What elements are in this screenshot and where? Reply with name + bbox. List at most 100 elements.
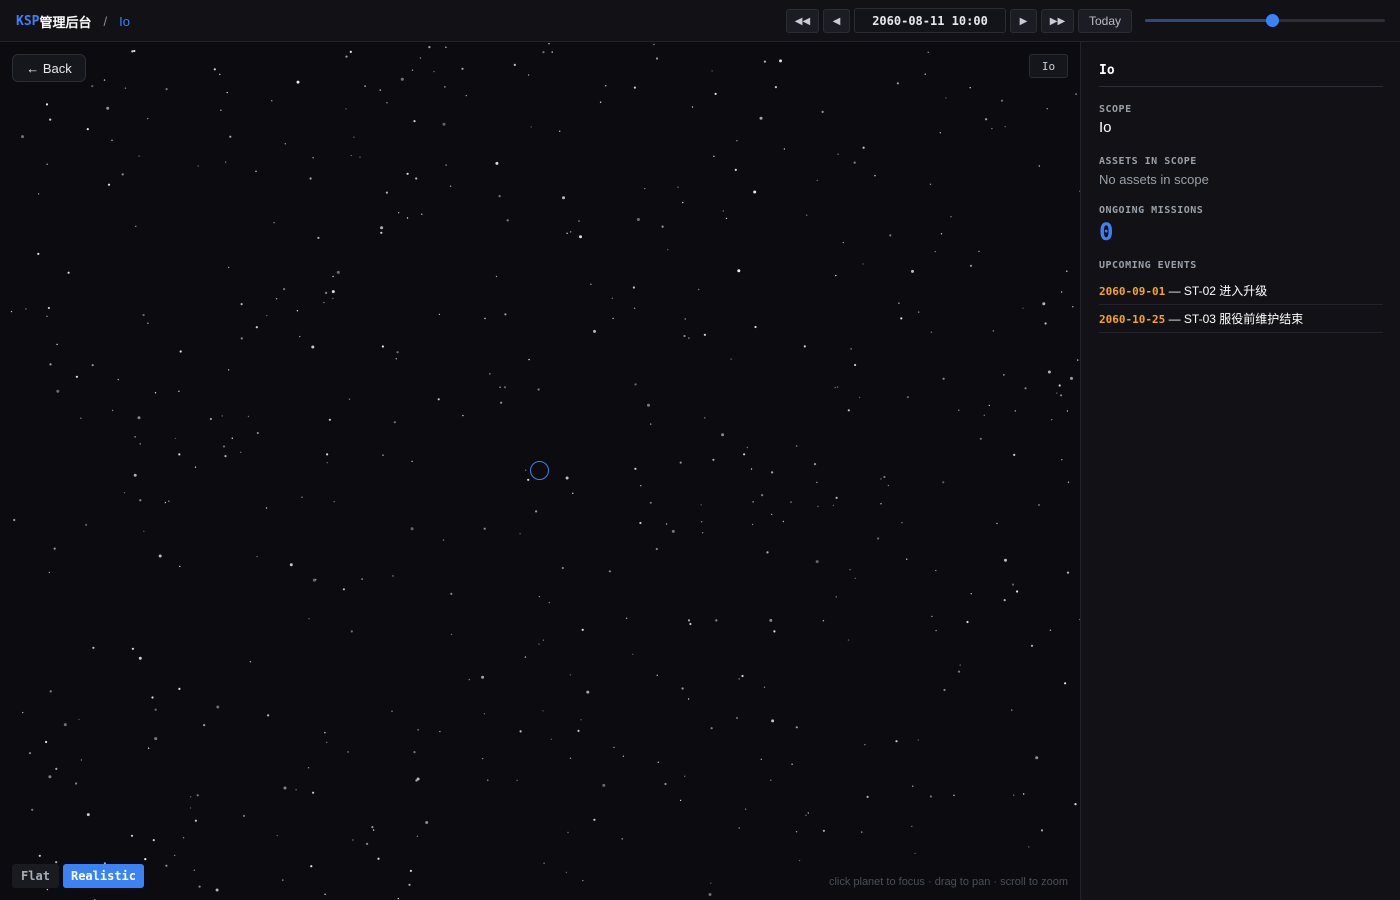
today-button[interactable]: Today	[1078, 9, 1132, 33]
star	[751, 523, 754, 526]
star	[677, 186, 679, 188]
star	[542, 51, 545, 54]
star	[1022, 307, 1024, 309]
star	[940, 233, 943, 235]
star	[179, 350, 182, 353]
star	[1003, 599, 1006, 602]
mode-flat-button[interactable]: Flat	[12, 864, 59, 888]
space-viewport[interactable]: ← Back Io Flat Realistic click planet to…	[0, 42, 1080, 900]
star	[49, 118, 52, 121]
star	[1049, 629, 1052, 631]
star	[836, 386, 839, 388]
star	[1013, 794, 1015, 796]
star	[939, 132, 941, 134]
planet-io-marker[interactable]	[530, 461, 549, 480]
star	[599, 101, 602, 103]
star	[409, 869, 412, 873]
star	[880, 503, 882, 505]
star	[45, 103, 49, 106]
star	[528, 358, 530, 361]
event-separator: —	[1165, 284, 1184, 298]
star	[283, 786, 287, 790]
star	[959, 664, 961, 666]
star	[957, 670, 961, 673]
star	[519, 730, 522, 733]
star	[213, 68, 216, 71]
brand-title[interactable]: 管理后台	[39, 12, 91, 31]
step-back-button[interactable]: ◀	[823, 9, 850, 33]
back-button[interactable]: ← Back	[12, 54, 86, 82]
star	[679, 799, 682, 802]
star	[226, 91, 228, 94]
star	[301, 496, 303, 498]
datetime-display[interactable]: 2060-08-11 10:00	[854, 8, 1006, 33]
star	[117, 378, 120, 381]
time-slider-thumb[interactable]	[1266, 14, 1280, 27]
star	[565, 871, 568, 874]
star	[835, 596, 837, 598]
star	[929, 183, 932, 185]
star	[930, 331, 933, 333]
star	[229, 135, 232, 138]
star	[656, 674, 658, 676]
star	[345, 108, 347, 110]
star	[481, 757, 484, 760]
focus-target-badge[interactable]: Io	[1029, 54, 1068, 78]
star	[139, 443, 141, 445]
star	[123, 492, 126, 494]
star	[985, 118, 988, 121]
step-back-icon: ◀	[832, 15, 841, 27]
star	[408, 883, 411, 886]
star	[636, 218, 640, 221]
star	[283, 288, 286, 291]
star	[1072, 306, 1074, 308]
star	[862, 146, 865, 149]
star	[795, 831, 798, 833]
star	[348, 398, 351, 400]
star	[165, 88, 168, 91]
time-slider[interactable]	[1145, 14, 1385, 27]
star	[144, 858, 147, 861]
star	[934, 250, 936, 253]
event-item[interactable]: 2060-10-25 — ST-03 服役前维护结束	[1099, 305, 1383, 333]
brand-prefix[interactable]: KSP	[16, 14, 39, 29]
star	[691, 106, 694, 108]
star	[737, 269, 741, 273]
panel-title: Io	[1099, 63, 1383, 87]
star	[411, 69, 414, 71]
star	[896, 82, 900, 85]
star	[386, 102, 388, 104]
star	[625, 617, 628, 619]
star	[135, 225, 137, 227]
star	[271, 100, 273, 102]
star	[80, 759, 83, 761]
star	[988, 404, 990, 407]
star	[847, 409, 850, 412]
rewind-fast-button[interactable]: ◀◀	[786, 9, 819, 33]
star	[887, 484, 890, 487]
star	[1046, 108, 1048, 110]
event-item[interactable]: 2060-09-01 — ST-02 进入升级	[1099, 277, 1383, 305]
star	[121, 173, 124, 176]
step-forward-button[interactable]: ▶	[1010, 9, 1037, 33]
star	[442, 539, 445, 541]
star	[710, 882, 712, 884]
star	[883, 475, 886, 479]
breadcrumb-current[interactable]: Io	[119, 14, 130, 29]
star	[970, 593, 972, 595]
star	[247, 415, 250, 418]
star	[736, 140, 738, 142]
star	[273, 222, 275, 224]
mode-realistic-button[interactable]: Realistic	[63, 864, 144, 888]
star	[834, 386, 836, 389]
star	[1004, 126, 1006, 128]
star	[481, 675, 485, 679]
star	[743, 453, 746, 456]
star	[771, 719, 775, 723]
star	[548, 43, 550, 45]
star	[282, 879, 284, 881]
forward-fast-button[interactable]: ▶▶	[1041, 9, 1074, 33]
scope-label: SCOPE	[1099, 104, 1132, 115]
star	[550, 738, 553, 740]
star	[275, 298, 278, 300]
